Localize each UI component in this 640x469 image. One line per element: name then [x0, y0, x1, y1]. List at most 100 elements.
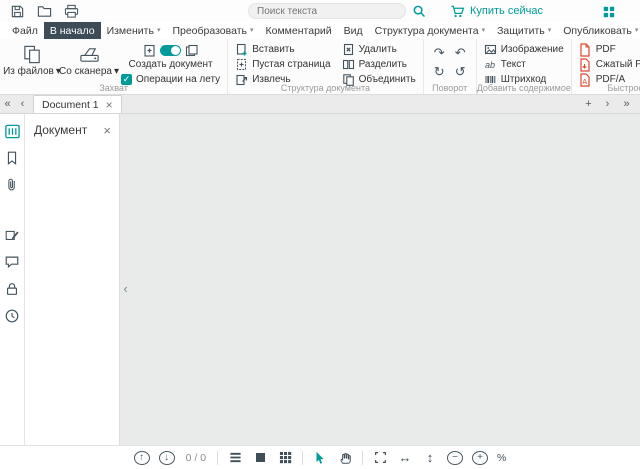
- pdf-editor-window: Купить сейчас Файл В начало Изменить▾ Пр…: [0, 0, 640, 469]
- panel-title: Документ: [34, 123, 87, 137]
- next-page-button[interactable]: ↓: [159, 451, 175, 465]
- document-canvas[interactable]: ‹: [120, 114, 640, 445]
- rotate-page-right-button[interactable]: ↻: [431, 63, 448, 80]
- rotate-right-button[interactable]: ↷: [431, 44, 448, 61]
- page-indicator: 0 / 0: [186, 452, 206, 464]
- text-icon: ab: [484, 58, 497, 71]
- print-button[interactable]: [62, 2, 80, 20]
- search-box[interactable]: [248, 3, 406, 19]
- tab-view[interactable]: Вид: [338, 22, 369, 39]
- tabs-scroll-last-button[interactable]: »: [617, 95, 636, 113]
- search-button[interactable]: [410, 3, 428, 19]
- tab-document-structure[interactable]: Структура документа▾: [369, 22, 491, 39]
- select-tool-button[interactable]: [312, 450, 328, 466]
- view-continuous-button[interactable]: [227, 450, 243, 466]
- tab-edit[interactable]: Изменить▾: [101, 22, 167, 39]
- rotate-page-clockwise-icon: ↻: [434, 64, 445, 80]
- pages-panel-button[interactable]: [2, 121, 22, 141]
- apps-grid-icon: [602, 5, 616, 19]
- hand-icon: [338, 451, 352, 465]
- tab-file[interactable]: Файл: [6, 22, 44, 39]
- tabs-scroll-first-button[interactable]: «: [0, 95, 15, 113]
- chevron-left-icon: ‹: [21, 98, 25, 110]
- from-files-button[interactable]: Из файлов▾: [7, 42, 57, 85]
- add-image-button[interactable]: Изображение: [484, 43, 564, 56]
- status-bar: ↑ ↓ 0 / 0 ↔ ↕ − + %: [0, 445, 640, 469]
- tab-publish[interactable]: Опубликовать▾: [557, 22, 640, 39]
- buy-now-label: Купить сейчас: [470, 5, 543, 17]
- save-button[interactable]: [8, 2, 26, 20]
- add-text-button[interactable]: ab Текст: [484, 58, 564, 71]
- collapse-panel-button[interactable]: ‹: [120, 276, 131, 300]
- from-scanner-button[interactable]: Со сканера▾: [64, 42, 114, 85]
- security-panel-button[interactable]: [2, 279, 22, 299]
- ribbon-group-rotation: ↷ ↶ ↻ ↺ Поворот: [424, 39, 477, 94]
- double-chevron-left-icon: «: [4, 98, 10, 110]
- tab-comment-label: Комментарий: [266, 25, 332, 37]
- comments-panel-button[interactable]: [2, 252, 22, 272]
- comment-bubble-icon: [4, 254, 20, 270]
- compressed-pdf-file-icon: [579, 58, 592, 71]
- zoom-percent-label[interactable]: %: [497, 452, 506, 464]
- group-label-rotation: Поворот: [424, 83, 476, 93]
- add-text-label: Текст: [501, 59, 526, 70]
- fit-height-button[interactable]: ↕: [422, 450, 438, 466]
- history-panel-button[interactable]: [2, 306, 22, 326]
- insert-pages-button[interactable]: Вставить: [235, 43, 330, 56]
- from-files-label: Из файлов: [3, 66, 54, 77]
- blank-page-icon: [235, 58, 248, 71]
- insert-page-icon: [235, 43, 248, 56]
- view-grid-button[interactable]: [277, 450, 293, 466]
- pdf-file-icon: [579, 43, 592, 56]
- buy-now-button[interactable]: Купить сейчас: [450, 0, 543, 22]
- hand-tool-button[interactable]: [337, 450, 353, 466]
- delete-pages-label: Удалить: [359, 44, 397, 55]
- arrow-up-icon: ↑: [139, 453, 144, 463]
- tab-comment[interactable]: Комментарий: [260, 22, 338, 39]
- bookmarks-panel-button[interactable]: [2, 148, 22, 168]
- delete-pages-button[interactable]: Удалить: [342, 43, 416, 56]
- new-tab-button[interactable]: +: [579, 95, 598, 113]
- blank-page-button[interactable]: Пустая страница: [235, 58, 330, 71]
- zoom-in-button[interactable]: +: [472, 451, 488, 465]
- tab-close-icon[interactable]: ×: [106, 99, 113, 111]
- tab-convert[interactable]: Преобразовать▾: [166, 22, 259, 39]
- ribbon-group-capture: Из файлов▾ Со сканера▾ Создать документ …: [0, 39, 228, 94]
- add-image-label: Изображение: [501, 44, 564, 55]
- previous-page-button[interactable]: ↑: [134, 451, 150, 465]
- fullscreen-button[interactable]: [372, 450, 388, 466]
- insert-pages-label: Вставить: [252, 44, 294, 55]
- ribbon-group-structure: Вставить Пустая страница Извлечь Удалить…: [228, 39, 424, 94]
- zoom-out-button[interactable]: −: [447, 451, 463, 465]
- paperclip-icon: [4, 177, 20, 193]
- fit-height-icon: ↕: [427, 450, 434, 465]
- convert-compressed-pdf-button[interactable]: Сжатый PDF: [579, 58, 640, 71]
- create-document-toggle[interactable]: [160, 45, 181, 56]
- split-document-icon: [342, 58, 355, 71]
- convert-compressed-pdf-label: Сжатый PDF: [596, 59, 640, 70]
- split-document-button[interactable]: Разделить: [342, 58, 416, 71]
- tab-protect[interactable]: Защитить▾: [491, 22, 557, 39]
- attachments-panel-button[interactable]: [2, 175, 22, 195]
- convert-pdf-button[interactable]: PDF: [579, 43, 640, 56]
- fit-width-button[interactable]: ↔: [397, 450, 413, 466]
- rotate-page-left-button[interactable]: ↺: [452, 63, 469, 80]
- chevron-left-icon: ‹: [123, 281, 127, 296]
- tab-file-label: Файл: [12, 25, 38, 37]
- document-tab[interactable]: Document 1 ×: [33, 95, 122, 113]
- tabs-scroll-left-button[interactable]: ‹: [15, 95, 30, 113]
- signatures-panel-button[interactable]: [2, 225, 22, 245]
- rotate-left-button[interactable]: ↶: [452, 44, 469, 61]
- open-button[interactable]: [35, 2, 53, 20]
- tabs-scroll-right-button[interactable]: ›: [598, 95, 617, 113]
- separator: [362, 451, 363, 465]
- view-single-page-button[interactable]: [252, 450, 268, 466]
- group-label-structure: Структура документа: [228, 83, 423, 93]
- panel-close-icon[interactable]: ×: [103, 124, 111, 137]
- tab-document-structure-label: Структура документа: [375, 25, 479, 37]
- tab-edit-label: Изменить: [107, 25, 154, 37]
- fit-width-icon: ↔: [399, 450, 412, 465]
- search-input[interactable]: [257, 6, 397, 17]
- apps-menu-button[interactable]: [600, 3, 617, 20]
- tab-home[interactable]: В начало: [44, 22, 101, 39]
